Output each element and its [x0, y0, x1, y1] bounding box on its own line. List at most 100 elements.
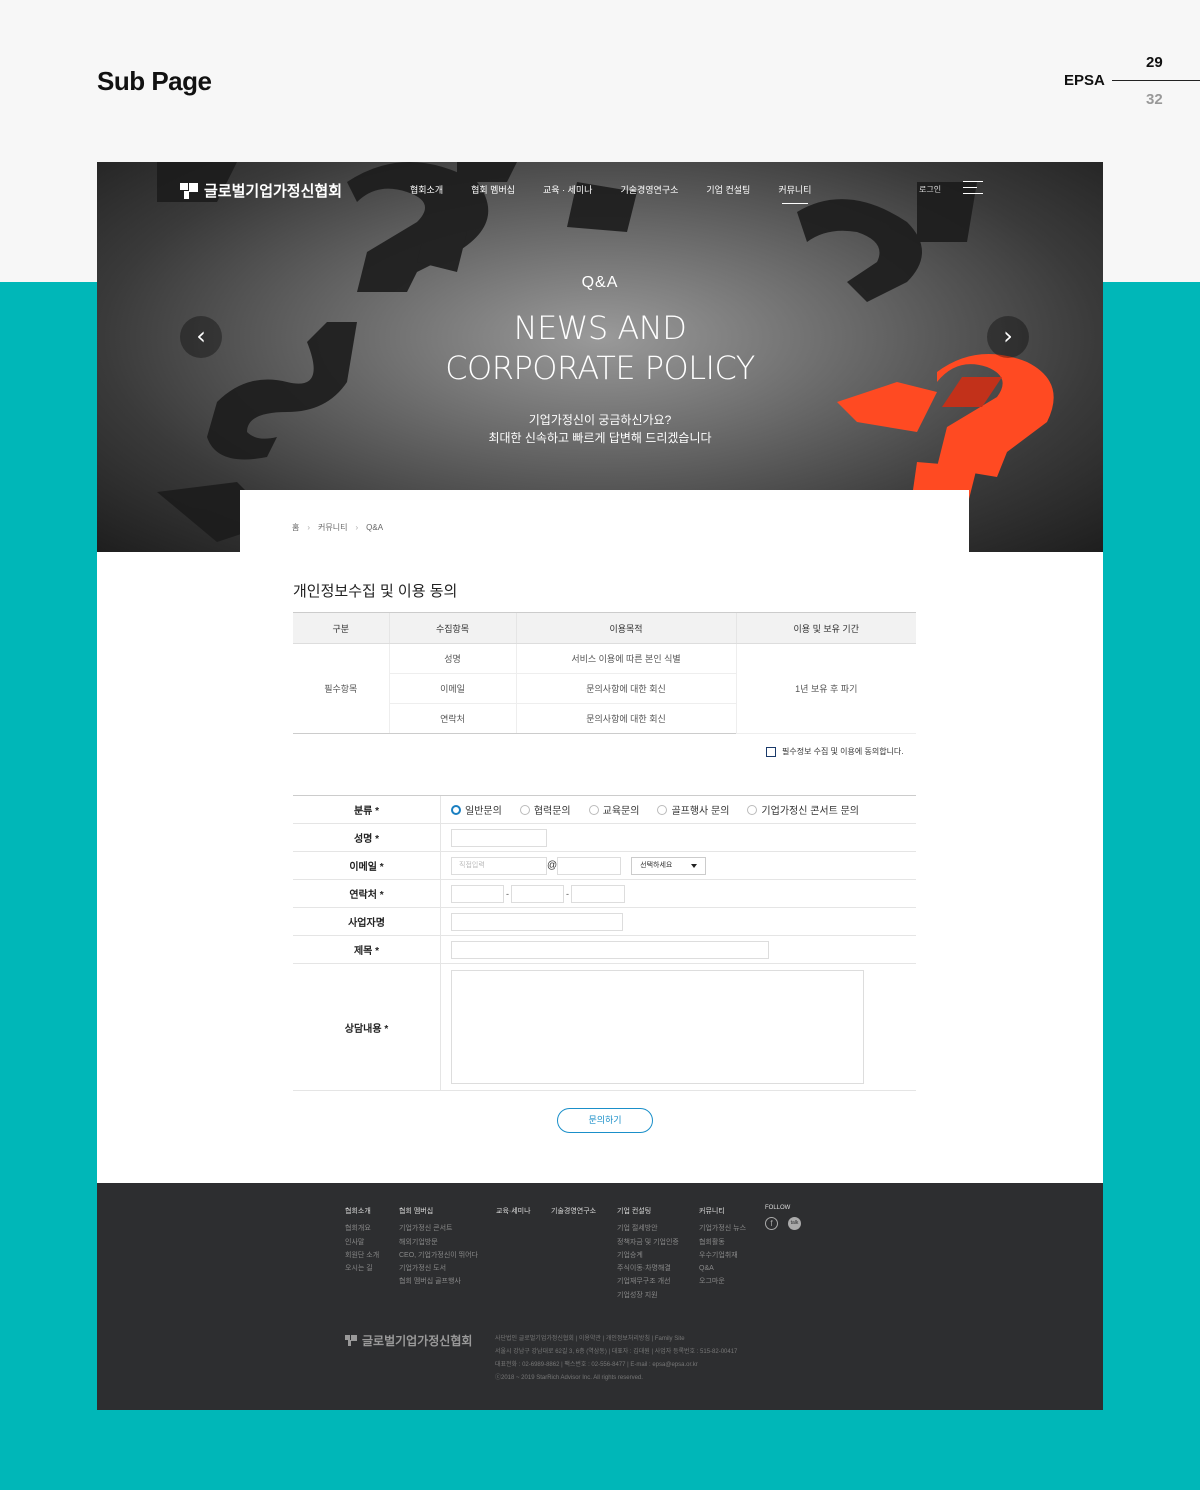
footer-col-head[interactable]: 커뮤니티	[699, 1205, 746, 1218]
footer-info-line: 서울시 강남구 강남대로 62길 3, 6층 (역삼동) | 대표자 : 김대원…	[495, 1349, 738, 1355]
login-link[interactable]: 로그인	[919, 184, 941, 195]
footer-follow: FOLLOW f talk	[765, 1205, 801, 1230]
nav-item-research[interactable]: 기술경영연구소	[620, 183, 678, 196]
footer-link[interactable]: CEO, 기업가정신이 뛰어다	[399, 1249, 478, 1262]
footer-col-head[interactable]: 교육·세미나	[496, 1205, 531, 1218]
page-current: 29	[1146, 54, 1163, 71]
footer-link[interactable]: 협회개요	[345, 1222, 379, 1235]
nav-item-consulting[interactable]: 기업 컨설팅	[706, 183, 750, 196]
radio-cooperation[interactable]: 협력문의	[519, 802, 571, 817]
breadcrumb-home[interactable]: 홈	[292, 522, 299, 533]
footer-link[interactable]: 우수기업취재	[699, 1249, 746, 1262]
footer-link[interactable]: 협회활동	[699, 1236, 746, 1249]
radio-label: 골프행사 문의	[671, 806, 730, 817]
email-domain-input[interactable]	[557, 856, 622, 875]
subject-input[interactable]	[451, 940, 769, 959]
radio-selected-icon	[451, 804, 461, 815]
submit-button[interactable]: 문의하기	[557, 1108, 653, 1133]
footer-link[interactable]: 정책자금 및 기업인증	[617, 1236, 679, 1249]
footer-col-head[interactable]: 협회 멤버십	[399, 1205, 478, 1218]
consent-header: 수집항목	[388, 612, 516, 644]
breadcrumb-current: Q&A	[366, 523, 384, 532]
agree-checkbox-row[interactable]: 필수정보 수집 및 이용에 동의합니다.	[766, 746, 904, 757]
footer-col-consulting: 기업 컨설팅 기업 절세방안 정책자금 및 기업인증 기업승계 주식이동·차명해…	[617, 1205, 679, 1302]
footer-col-head[interactable]: 협회소개	[345, 1205, 379, 1218]
phone-input-3[interactable]	[571, 884, 625, 903]
nav-item-about[interactable]: 협회소개	[410, 183, 443, 196]
radio-general[interactable]: 일반문의	[451, 802, 502, 817]
footer-col-head[interactable]: 기술경영연구소	[551, 1205, 596, 1218]
chevron-right-icon: ›	[307, 523, 311, 532]
hero-subtitle-line1: 기업가정신이 궁금하신가요?	[528, 413, 672, 427]
radio-education[interactable]: 교육문의	[588, 802, 640, 817]
kakaotalk-icon[interactable]: talk	[788, 1217, 801, 1230]
breadcrumb-community[interactable]: 커뮤니티	[318, 522, 347, 533]
consent-item: 이메일	[388, 673, 516, 704]
company-input[interactable]	[451, 912, 623, 931]
footer-link[interactable]: 기업승계	[617, 1249, 679, 1262]
agree-checkbox[interactable]	[766, 746, 776, 757]
footer-link[interactable]: 기업성장 지원	[617, 1289, 679, 1302]
prev-slide-button[interactable]: ‹	[180, 316, 222, 358]
footer-link[interactable]: 해외기업방문	[399, 1236, 478, 1249]
nav-item-education[interactable]: 교육 · 세미나	[543, 183, 592, 196]
footer-col-research: 기술경영연구소	[551, 1205, 596, 1222]
radio-label: 기업가정신 콘서트 문의	[761, 806, 859, 817]
radio-label: 일반문의	[465, 806, 502, 817]
table-row: 필수항목 성명 서비스 이용에 따른 본인 식별 1년 보유 후 파기	[293, 643, 916, 734]
footer-info: 사단법인 글로벌기업가정신협회 | 이용약관 | 개인정보처리방침 | Fami…	[495, 1333, 737, 1385]
hero-subtitle-line2: 최대한 신속하고 빠르게 답변해 드리겠습니다	[488, 431, 712, 445]
consent-title: 개인정보수집 및 이용 동의	[293, 583, 458, 600]
phone-input-1[interactable]	[451, 884, 504, 903]
consent-purpose: 문의사항에 대한 회신	[515, 673, 736, 704]
footer-link[interactable]: Q&A	[699, 1262, 746, 1275]
footer-link[interactable]: 협회 멤버십 골프행사	[399, 1275, 478, 1288]
footer-link[interactable]: 오그마운	[699, 1275, 746, 1288]
footer-col-head[interactable]: 기업 컨설팅	[617, 1205, 679, 1218]
footer-link[interactable]: 오시는 길	[345, 1262, 379, 1275]
footer-link[interactable]: 기업가정신 도서	[399, 1262, 478, 1275]
footer-link[interactable]: 회원단 소개	[345, 1249, 379, 1262]
page-total: 32	[1146, 91, 1163, 108]
email-id-input[interactable]: 직접입력	[451, 856, 547, 875]
nav-item-membership[interactable]: 협회 멤버십	[471, 183, 515, 196]
footer-link[interactable]: 기업재무구조 개선	[617, 1275, 679, 1288]
footer-link[interactable]: 기업가정신 뉴스	[699, 1222, 746, 1235]
name-input[interactable]	[451, 828, 547, 847]
phone-input-2[interactable]	[511, 884, 564, 903]
facebook-icon[interactable]: f	[765, 1217, 778, 1230]
consent-item: 성명	[388, 643, 516, 674]
email-at: @	[547, 860, 558, 871]
footer-link[interactable]: 주식이동·차명해결	[617, 1262, 679, 1275]
pager-divider	[1112, 80, 1200, 81]
website-mockup: 글로벌기업가정신협회 협회소개 협회 멤버십 교육 · 세미나 기술경영연구소 …	[97, 162, 1103, 1410]
phone-label: 연락처 *	[293, 880, 441, 907]
nav-item-community[interactable]: 커뮤니티	[778, 183, 811, 204]
form-row-type: 분류 * 일반문의 협력문의 교육문의 골프행사 문의 기업가정신 콘서트 문의	[293, 796, 916, 824]
footer-link[interactable]: 기업가정신 콘서트	[399, 1222, 478, 1235]
email-domain-select[interactable]: 선택하세요	[631, 856, 707, 875]
form-row-phone: 연락처 * - -	[293, 880, 916, 908]
consent-category: 필수항목	[293, 643, 389, 734]
consent-header: 구분	[293, 612, 389, 644]
radio-concert[interactable]: 기업가정신 콘서트 문의	[747, 802, 859, 817]
hero-title: NEWS AND CORPORATE POLICY	[97, 308, 1103, 388]
consent-item: 연락처	[388, 703, 516, 734]
hamburger-menu-icon[interactable]	[963, 181, 983, 195]
phone-dash: -	[566, 888, 569, 899]
content-textarea[interactable]	[451, 970, 864, 1084]
footer-link[interactable]: 기업 절세방안	[617, 1222, 679, 1235]
consent-period: 1년 보유 후 파기	[735, 643, 916, 734]
footer-col-about: 협회소개 협회개요 인사말 회원단 소개 오시는 길	[345, 1205, 379, 1275]
radio-golf[interactable]: 골프행사 문의	[657, 802, 729, 817]
site-logo[interactable]: 글로벌기업가정신협회	[180, 180, 342, 201]
breadcrumb: 홈 › 커뮤니티 › Q&A	[292, 522, 383, 533]
form-row-subject: 제목 *	[293, 936, 916, 964]
subject-label: 제목 *	[293, 936, 441, 963]
footer-link[interactable]: 인사말	[345, 1236, 379, 1249]
next-slide-button[interactable]: ›	[987, 316, 1029, 358]
footer-col-membership: 협회 멤버십 기업가정신 콘서트 해외기업방문 CEO, 기업가정신이 뛰어다 …	[399, 1205, 478, 1289]
form-row-name: 성명 *	[293, 824, 916, 852]
hero-subtitle: 기업가정신이 궁금하신가요? 최대한 신속하고 빠르게 답변해 드리겠습니다	[97, 411, 1103, 447]
radio-label: 교육문의	[602, 806, 640, 817]
